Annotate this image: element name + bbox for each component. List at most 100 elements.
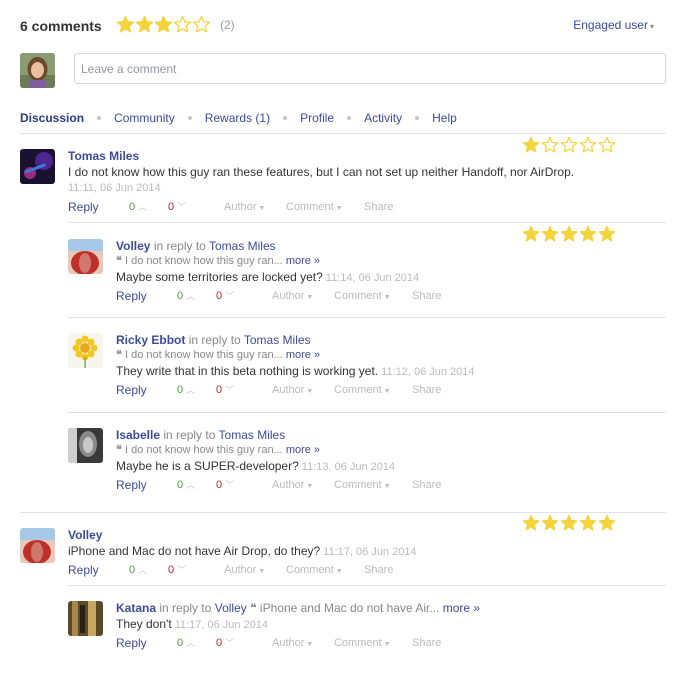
reply-button[interactable]: Reply [68, 199, 99, 215]
timestamp: 11:17, 06 Jun 2014 [323, 546, 417, 558]
reply-button[interactable]: Reply [116, 382, 147, 398]
comment-body: Katana in reply to Volley ❝ iPhone and M… [116, 601, 676, 651]
avatar[interactable] [68, 601, 103, 636]
engaged-user-dropdown[interactable]: Engaged user ▾ [573, 18, 654, 32]
downvote-button[interactable]: 0 ﹀ [216, 382, 234, 398]
avatar[interactable] [20, 528, 55, 563]
reply-target-link[interactable]: Volley [215, 601, 247, 615]
upvote-button[interactable]: 0 ︿ [129, 562, 147, 578]
timestamp: 11:14, 06 Jun 2014 [325, 272, 420, 284]
author-menu[interactable]: Author ▼ [272, 635, 313, 653]
star-icon[interactable] [192, 15, 211, 34]
share-button[interactable]: Share [364, 562, 393, 578]
quoted-text: ❝ I do not know how this guy ran... more… [116, 444, 321, 456]
share-button[interactable]: Share [412, 635, 441, 651]
upvote-count: 0 [129, 564, 136, 576]
avatar[interactable] [20, 149, 55, 184]
comment-menu[interactable]: Comment ▼ [334, 382, 391, 400]
comment-author[interactable]: Tomas Miles [68, 149, 139, 163]
comment-author[interactable]: Isabelle [116, 428, 160, 442]
comment-menu[interactable]: Comment ▼ [286, 199, 343, 217]
comment-actions: Reply 0 ︿ 0 ﹀ Author ▼ Comment ▼ Share [116, 382, 676, 398]
reply-button[interactable]: Reply [116, 635, 147, 651]
upvote-count: 0 [177, 384, 184, 396]
reply-button[interactable]: Reply [68, 562, 99, 578]
nav-separator [415, 116, 420, 120]
comment-actions: Reply 0 ︿ 0 ﹀ Author ▼ Comment ▼ Share [68, 562, 628, 578]
comment-text: Maybe he is a SUPER-developer? 11:13, 06 … [116, 459, 396, 473]
more-link[interactable]: more » [443, 601, 480, 615]
author-menu[interactable]: Author ▼ [224, 562, 265, 580]
divider [68, 317, 666, 318]
share-button[interactable]: Share [412, 382, 441, 398]
upvote-button[interactable]: 0 ︿ [177, 477, 195, 493]
reply-button[interactable]: Reply [116, 288, 147, 304]
downvote-button[interactable]: 0 ﹀ [216, 288, 234, 304]
author-menu[interactable]: Author ▼ [272, 288, 313, 306]
avatar[interactable] [68, 428, 103, 463]
upvote-button[interactable]: 0 ︿ [177, 288, 195, 304]
reply-target-link[interactable]: Tomas Miles [219, 428, 286, 442]
comment-menu[interactable]: Comment ▼ [286, 562, 343, 580]
chevron-down-icon: ﹀ [177, 565, 187, 575]
timestamp: 11:12, 06 Jun 2014 [381, 366, 475, 378]
star-icon[interactable] [135, 15, 154, 34]
comment-menu[interactable]: Comment ▼ [334, 477, 391, 495]
quoted-text: ❝ iPhone and Mac do not have Air... [250, 601, 440, 615]
quote-icon: ❝ [116, 255, 122, 267]
discussion-nav: Discussion Community Rewards (1) Profile… [20, 109, 457, 127]
reply-target-link[interactable]: Tomas Miles [244, 333, 311, 347]
caret-down-icon: ▼ [306, 294, 314, 301]
caret-down-icon: ▾ [649, 22, 654, 31]
quoted-text: ❝ I do not know how this guy ran... more… [116, 255, 321, 267]
downvote-button[interactable]: 0 ﹀ [168, 562, 186, 578]
downvote-count: 0 [168, 201, 175, 213]
comment-menu[interactable]: Comment ▼ [334, 635, 391, 653]
upvote-button[interactable]: 0 ︿ [177, 635, 195, 651]
share-button[interactable]: Share [412, 477, 441, 493]
comment-author[interactable]: Volley [68, 528, 102, 542]
author-menu[interactable]: Author ▼ [224, 199, 265, 217]
tab-activity[interactable]: Activity [364, 111, 402, 125]
caret-down-icon: ▼ [306, 641, 314, 648]
tab-help[interactable]: Help [432, 111, 457, 125]
overall-rating[interactable] [116, 15, 211, 34]
comment-author[interactable]: Volley [116, 239, 150, 253]
author-menu[interactable]: Author ▼ [272, 477, 313, 495]
star-icon[interactable] [154, 15, 173, 34]
current-user-avatar [20, 53, 55, 88]
timestamp: 11:11, 06 Jun 2014 [68, 182, 161, 194]
comment-body: Volley iPhone and Mac do not have Air Dr… [68, 528, 628, 578]
downvote-count: 0 [216, 479, 223, 491]
rating-count: (2) [220, 18, 235, 32]
avatar[interactable] [68, 239, 103, 274]
reply-target-link[interactable]: Tomas Miles [209, 239, 276, 253]
star-icon[interactable] [116, 15, 135, 34]
upvote-button[interactable]: 0 ︿ [177, 382, 195, 398]
tab-rewards[interactable]: Rewards (1) [205, 111, 270, 125]
share-button[interactable]: Share [412, 288, 441, 304]
tab-profile[interactable]: Profile [300, 111, 334, 125]
more-link[interactable]: more » [286, 349, 320, 361]
more-link[interactable]: more » [286, 444, 320, 456]
downvote-button[interactable]: 0 ﹀ [216, 477, 234, 493]
upvote-button[interactable]: 0 ︿ [129, 199, 147, 215]
downvote-button[interactable]: 0 ﹀ [216, 635, 234, 651]
avatar[interactable] [68, 333, 103, 368]
comment-author[interactable]: Ricky Ebbot [116, 333, 185, 347]
comment-author[interactable]: Katana [116, 601, 156, 615]
share-button[interactable]: Share [364, 199, 393, 215]
author-menu[interactable]: Author ▼ [272, 382, 313, 400]
comment-text: I do not know how this guy ran these fea… [68, 165, 575, 179]
comment-menu[interactable]: Comment ▼ [334, 288, 391, 306]
leave-comment-input[interactable] [74, 53, 666, 84]
tab-community[interactable]: Community [114, 111, 175, 125]
upvote-count: 0 [129, 201, 136, 213]
more-link[interactable]: more » [286, 255, 320, 267]
comment-actions: Reply 0 ︿ 0 ﹀ Author ▼ Comment ▼ Share [116, 477, 676, 493]
divider [68, 222, 666, 223]
reply-button[interactable]: Reply [116, 477, 147, 493]
star-icon[interactable] [173, 15, 192, 34]
downvote-button[interactable]: 0 ﹀ [168, 199, 186, 215]
tab-discussion[interactable]: Discussion [20, 111, 84, 125]
